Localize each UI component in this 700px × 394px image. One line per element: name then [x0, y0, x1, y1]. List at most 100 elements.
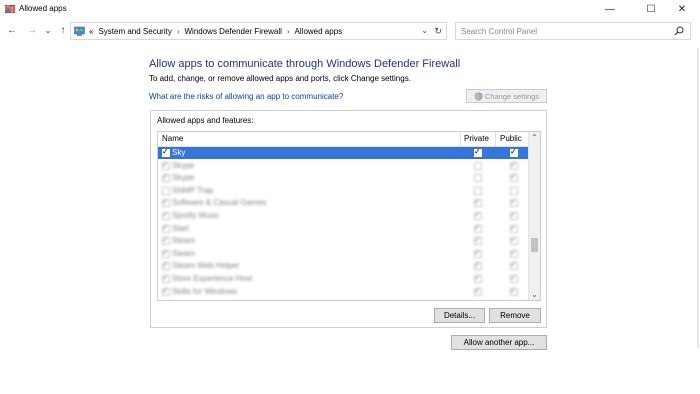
public-checkbox[interactable]	[510, 160, 518, 170]
breadcrumb-separator-icon[interactable]: ›	[287, 27, 290, 36]
column-divider[interactable]	[460, 132, 461, 146]
private-checkbox[interactable]	[474, 223, 482, 233]
app-row[interactable]: Steam	[158, 248, 530, 260]
app-enabled-checkbox[interactable]	[162, 147, 170, 157]
app-enabled-checkbox[interactable]	[162, 286, 170, 296]
uac-shield-icon	[474, 91, 483, 101]
maximize-button[interactable]: ☐	[635, 0, 667, 18]
app-enabled-checkbox[interactable]	[162, 223, 170, 233]
app-row[interactable]: Skype	[158, 160, 530, 172]
app-row[interactable]: Spotify Music	[158, 210, 530, 222]
app-enabled-checkbox[interactable]	[162, 235, 170, 246]
app-row[interactable]: Steam Web Helper	[158, 260, 530, 272]
private-checkbox[interactable]	[474, 174, 482, 183]
breadcrumb-overflow-icon[interactable]: «	[89, 27, 93, 36]
public-checkbox[interactable]	[510, 273, 518, 283]
app-row[interactable]: Store Experience Host	[158, 273, 530, 285]
private-checkbox[interactable]	[474, 248, 482, 258]
forward-arrow-icon[interactable]: →	[26, 24, 38, 38]
breadcrumb-separator-icon[interactable]: ›	[177, 27, 180, 36]
column-divider[interactable]	[495, 132, 496, 146]
list-header: Name Private Public	[158, 132, 530, 147]
details-button[interactable]: Details...	[434, 308, 485, 323]
allowed-apps-label: Allowed apps and features:	[157, 116, 254, 125]
public-checkbox[interactable]	[510, 147, 518, 157]
app-row[interactable]: Software & Casual Games	[158, 197, 530, 209]
address-dropdown-chevron-icon[interactable]: ⌄	[421, 26, 428, 35]
app-row[interactable]: Start	[158, 223, 530, 235]
app-enabled-checkbox[interactable]	[162, 210, 170, 220]
refresh-icon[interactable]: ↻	[434, 26, 442, 37]
private-checkbox[interactable]	[474, 147, 482, 157]
search-box[interactable]: Search Control Panel	[455, 22, 691, 40]
change-settings-button[interactable]: Change settings	[466, 89, 547, 103]
breadcrumb: « System and Security › Windows Defender…	[89, 27, 342, 36]
private-checkbox[interactable]	[474, 273, 482, 283]
public-checkbox[interactable]	[510, 248, 518, 258]
app-enabled-checkbox[interactable]	[162, 260, 170, 271]
scrollbar-thumb[interactable]	[531, 238, 538, 252]
app-row[interactable]: Steam	[158, 235, 530, 247]
page-title: Allow apps to communicate through Window…	[149, 58, 461, 70]
public-checkbox[interactable]	[510, 186, 518, 195]
remove-button[interactable]: Remove	[489, 308, 541, 323]
close-button[interactable]: ✕	[666, 0, 698, 18]
public-checkbox[interactable]	[510, 260, 518, 271]
column-header-private[interactable]: Private	[464, 134, 489, 143]
breadcrumb-windows-defender-firewall[interactable]: Windows Defender Firewall	[185, 27, 282, 36]
app-name: Steam	[172, 236, 196, 246]
private-checkbox[interactable]	[474, 197, 482, 208]
private-checkbox[interactable]	[474, 286, 482, 296]
search-placeholder[interactable]: Search Control Panel	[461, 27, 537, 36]
scroll-up-chevron-icon[interactable]: ⌃	[529, 133, 540, 142]
public-checkbox[interactable]	[510, 235, 518, 246]
app-enabled-checkbox[interactable]	[162, 172, 170, 183]
app-row[interactable]: Skills for Windows	[158, 286, 530, 298]
app-enabled-checkbox[interactable]	[162, 248, 170, 258]
app-enabled-checkbox[interactable]	[162, 273, 170, 283]
instructions-text: To add, change, or remove allowed apps a…	[149, 74, 411, 83]
app-name: Skype	[172, 173, 195, 183]
public-checkbox[interactable]	[510, 286, 518, 296]
private-checkbox[interactable]	[474, 186, 482, 195]
back-arrow-icon[interactable]: ←	[6, 24, 18, 38]
breadcrumb-system-and-security[interactable]: System and Security	[98, 27, 171, 36]
firewall-app-icon	[5, 5, 15, 14]
recent-locations-chevron-icon[interactable]: ⌄	[42, 24, 54, 38]
right-edge-divider	[697, 48, 699, 348]
risks-help-link[interactable]: What are the risks of allowing an app to…	[149, 92, 343, 101]
list-scrollbar[interactable]: ⌃ ⌄	[528, 132, 540, 300]
allow-another-app-button[interactable]: Allow another app...	[451, 335, 547, 350]
app-name: Skype	[172, 160, 195, 170]
breadcrumb-allowed-apps[interactable]: Allowed apps	[295, 27, 343, 36]
minimize-button[interactable]: —	[594, 0, 626, 18]
app-row[interactable]: Sky	[158, 147, 530, 159]
column-header-name[interactable]: Name	[162, 134, 183, 143]
public-checkbox[interactable]	[510, 197, 518, 208]
public-checkbox[interactable]	[510, 223, 518, 233]
window-title: Allowed apps	[19, 4, 67, 13]
app-name: Store Experience Host	[172, 274, 253, 283]
app-row[interactable]: Skype	[158, 172, 530, 184]
app-name: Steam Web Helper	[172, 261, 240, 271]
public-checkbox[interactable]	[510, 210, 518, 220]
search-icon[interactable]	[674, 26, 684, 36]
public-checkbox[interactable]	[510, 172, 518, 183]
app-enabled-checkbox[interactable]	[162, 186, 170, 195]
private-checkbox[interactable]	[474, 235, 482, 246]
change-settings-label: Change settings	[484, 91, 540, 101]
private-checkbox[interactable]	[474, 161, 482, 170]
scroll-down-chevron-icon[interactable]: ⌄	[529, 290, 540, 299]
allowed-apps-list[interactable]: Name Private Public Sky Skype Skype SNMP Tr…	[157, 131, 541, 301]
column-header-public[interactable]: Public	[500, 134, 522, 143]
title-bar: Allowed apps — ☐ ✕	[0, 0, 700, 18]
app-enabled-checkbox[interactable]	[162, 197, 170, 208]
app-enabled-checkbox[interactable]	[162, 160, 170, 170]
app-name: SNMP Trap	[172, 185, 214, 195]
private-checkbox[interactable]	[474, 260, 482, 271]
up-arrow-icon[interactable]: ↑	[57, 24, 69, 38]
address-bar[interactable]: « System and Security › Windows Defender…	[70, 22, 447, 40]
private-checkbox[interactable]	[474, 210, 482, 220]
app-name: Steam	[172, 248, 196, 258]
app-row[interactable]: SNMP Trap	[158, 185, 530, 197]
